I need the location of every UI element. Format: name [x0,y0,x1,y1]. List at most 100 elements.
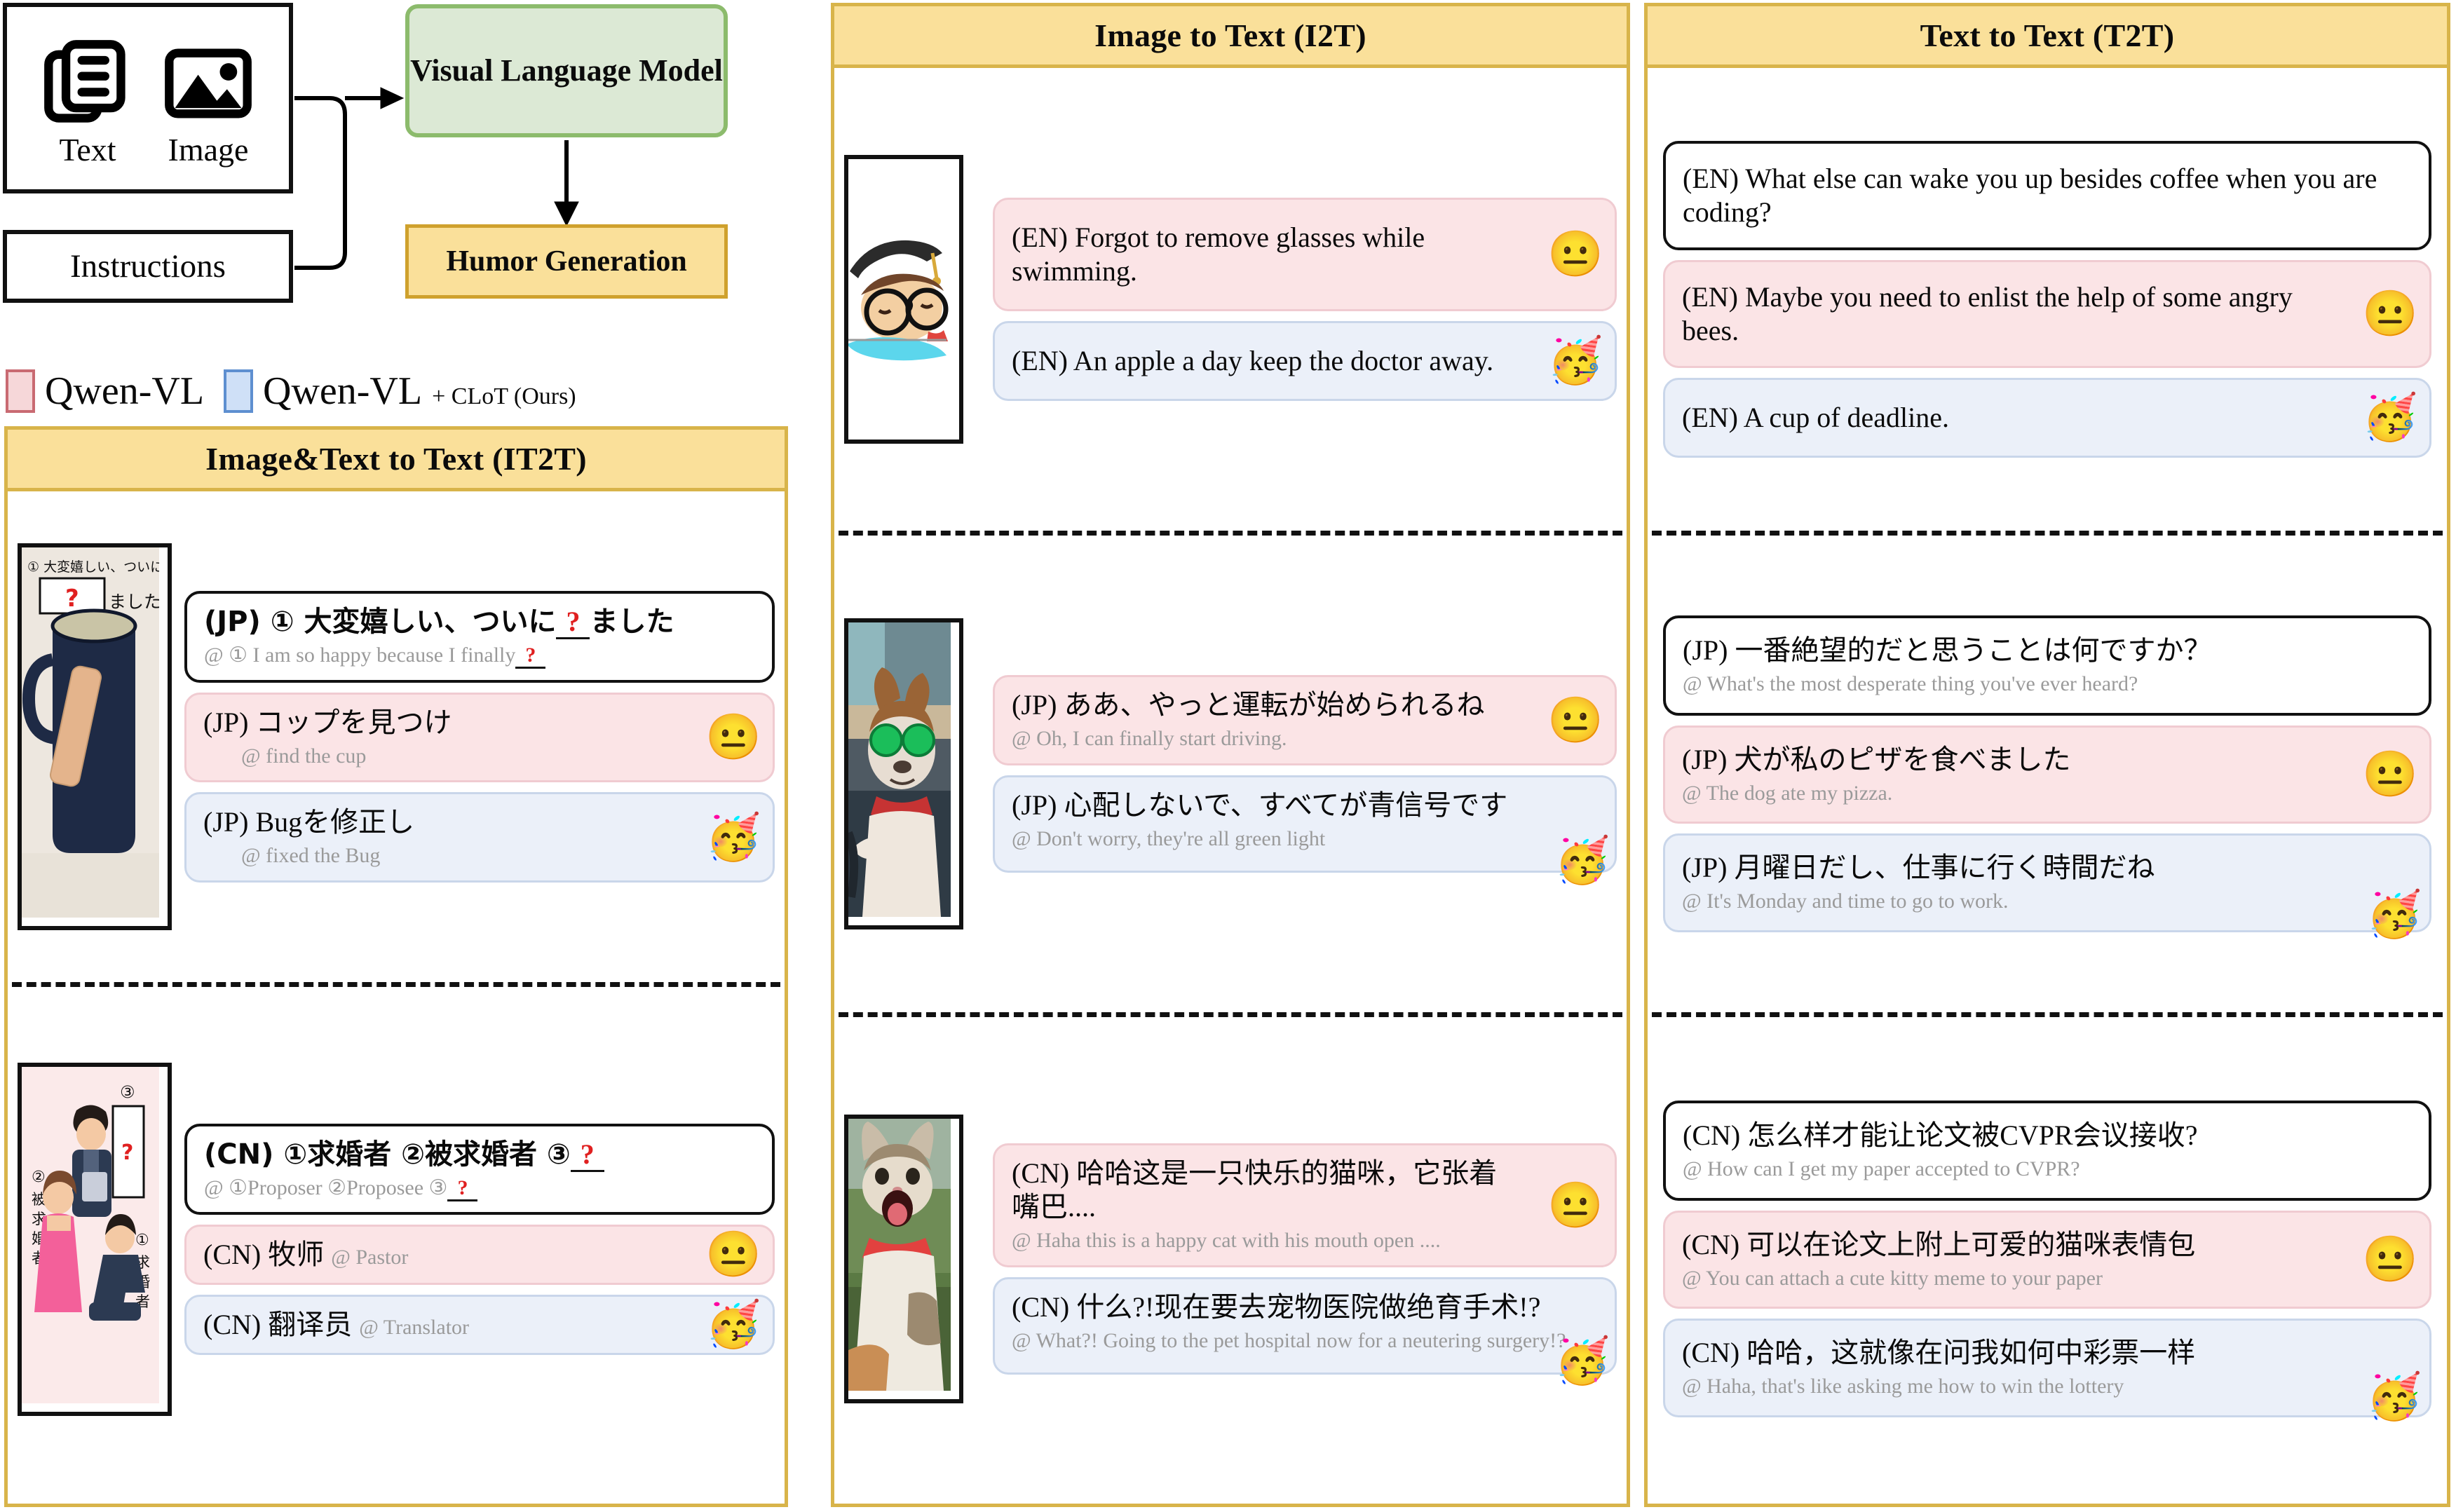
vlm-label: Visual Language Model [410,53,723,88]
bubble-pink-t2t-cn-main: (CN) 可以在论文上附上可爱的猫咪表情包 [1682,1228,2196,1260]
bubble-blue-it2t-cn[interactable]: (CN) 翻译员 @ Translator 🥳 [184,1295,775,1356]
thumbnail-dog-driving [844,618,963,929]
bubble-question-jp-pre: (JP) ① 大変嬉しい、ついに [204,606,557,639]
bubble-question-t2t-jp-gloss: @ What's the most desperate thing you've… [1683,672,2138,696]
bubble-question-t2t-jp[interactable]: (JP) 一番絶望的だと思うことは何ですか？ @ What's the most… [1663,615,2431,716]
bubble-question-t2t-jp-main: (JP) 一番絶望的だと思うことは何ですか？ [1683,634,2212,667]
bubble-question-jp-gloss-blank: ? [515,643,546,669]
it2t-row-cn-bubbles: (CN) ①求婚者 ②被求婚者 ③? @ ①Proposer ②Proposee… [184,1123,775,1356]
bubble-pink-t2t-jp[interactable]: (JP) 犬が私のピザを食べました @ The dog ate my pizza… [1663,725,2431,824]
legend-swatch-blue [224,369,254,413]
dog-driving-art [848,622,951,917]
bubble-blue-it2t-jp[interactable]: (JP) Bugを修正し @ fixed the Bug 🥳 [184,792,775,883]
bubble-blue-t2t-jp-main: (JP) 月曜日だし、仕事に行く時間だね [1682,852,2155,884]
neutral-face-emoji: 😐 [1547,229,1603,279]
bubble-pink-it2t-cn-line: (CN) 牧师 @ Pastor [203,1238,688,1272]
partying-face-emoji: 🥳 [1554,1335,1610,1386]
instructions-label: Instructions [70,248,226,285]
neutral-face-emoji: 😐 [705,1230,761,1280]
visual-language-model-box: Visual Language Model [405,4,728,137]
bubble-blue-t2t-cn-main: (CN) 哈哈，这就像在问我如何中彩票一样 [1682,1337,2196,1369]
svg-text:②: ② [32,1169,46,1186]
panel-i2t: Image to Text (I2T) (EN) Forgot to remov… [831,3,1630,1507]
partying-face-emoji: 🥳 [2366,889,2422,939]
bubble-question-cn-pre: (CN) ①求婚者 ②被求婚者 ③ [204,1138,571,1171]
bubble-blue-i2t-jp-main: (JP) 心配しないで、すべてが青信号です [1012,789,1508,821]
svg-text:?: ? [65,585,79,613]
panel-t2t-body: (EN) What else can wake you up besides c… [1648,68,2447,1504]
bubble-blue-i2t-cn-gloss: @ What?! Going to the pet hospital now f… [1012,1329,1566,1352]
bubble-blue-t2t-en[interactable]: (EN) A cup of deadline. 🥳 [1663,378,2431,458]
bubble-pink-i2t-cn-gloss: @ Haha this is a happy cat with his mout… [1012,1229,1441,1253]
thumbnail-screaming-cat [844,1115,963,1403]
bubble-question-cn-gloss-pre: @ ①Proposer ②Proposee ③ [204,1176,448,1199]
legend: Qwen-VL Qwen-VL + CLoT (Ours) [6,359,791,423]
bubble-pink-it2t-cn-main: (CN) 牧师 [203,1239,325,1271]
bubble-question-jp[interactable]: (JP) ① 大変嬉しい、ついに? ました @ ① I am so happy b… [184,591,775,683]
partying-face-emoji: 🥳 [705,812,761,862]
bubble-question-cn-gloss: @ ①Proposer ②Proposee ③? [204,1176,755,1201]
neutral-face-emoji: 😐 [2362,749,2418,799]
bubble-pink-i2t-cn[interactable]: (CN) 哈哈这是一只快乐的猫咪，它张着嘴巴.... @ Haha this i… [993,1143,1617,1267]
legend-label-qwenvl: Qwen-VL [45,369,205,413]
bubble-blue-i2t-en-main: (EN) An apple a day keep the doctor away… [1012,345,1494,376]
svg-text:ました: ました [109,592,159,612]
bubble-blue-i2t-cn[interactable]: (CN) 什么?!现在要去宠物医院做绝育手术!? @ What?! Going … [993,1277,1617,1383]
legend-item-qwenvl-clot: Qwen-VL + CLoT (Ours) [224,369,576,413]
bubble-pink-it2t-jp[interactable]: (JP) コップを見つけ @ find the cup 😐 [184,692,775,783]
bubble-question-jp-main: (JP) ① 大変嬉しい、ついに? ました [204,605,755,640]
humor-label: Humor Generation [446,245,687,278]
bubble-blue-i2t-en[interactable]: (EN) An apple a day keep the doctor away… [993,321,1617,401]
bubble-blue-it2t-jp-main: (JP) Bugを修正し [203,806,415,838]
neutral-face-emoji: 😐 [705,712,761,762]
bubble-pink-t2t-cn[interactable]: (CN) 可以在论文上附上可爱的猫咪表情包 @ You can attach a… [1663,1210,2431,1309]
partying-face-emoji: 🥳 [2362,393,2418,442]
bubble-question-jp-gloss-pre: @ ① I am so happy because I finally [204,643,516,667]
inputs-box: Text Image [3,3,293,193]
bubble-pink-i2t-jp-gloss: @ Oh, I can finally start driving. [1012,727,1287,751]
panel-it2t-header: Image&Text to Text (IT2T) [8,430,785,491]
bubble-blue-i2t-jp[interactable]: (JP) 心配しないで、すべてが青信号です @ Don't worry, the… [993,775,1617,883]
partying-face-emoji: 🥳 [2366,1371,2422,1422]
panel-it2t: Image&Text to Text (IT2T) ① 大変嬉しい、ついに ? … [4,426,788,1507]
bubble-pink-t2t-en[interactable]: (EN) Maybe you need to enlist the help o… [1663,260,2431,368]
panel-i2t-body: (EN) Forgot to remove glasses while swim… [834,68,1627,1504]
bubble-blue-i2t-cn-main: (CN) 什么?!现在要去宠物医院做绝育手术!? [1012,1291,1541,1323]
legend-swatch-pink [6,369,35,413]
thumbnail-proposal: ③ ? ② 被 求 婚 者 ① 求 婚 者 [18,1063,172,1416]
bubble-question-cn-main: (CN) ①求婚者 ②被求婚者 ③? [204,1138,755,1172]
bubble-pink-t2t-jp-main: (JP) 犬が私のピザを食べました [1682,743,2071,775]
bubble-pink-t2t-jp-gloss: @ The dog ate my pizza. [1682,781,1893,805]
bubble-question-t2t-cn[interactable]: (CN) 怎么样才能让论文被CVPR会议接收? @ How can I get … [1663,1101,2431,1201]
it2t-row-cn: ③ ? ② 被 求 婚 者 ① 求 婚 者 [8,987,785,1492]
thumbnail-mug-bandage: ① 大変嬉しい、ついに ? ました [18,543,172,930]
bubble-question-t2t-en-main: (EN) What else can wake you up besides c… [1683,163,2377,228]
bubble-question-cn[interactable]: (CN) ①求婚者 ②被求婚者 ③? @ ①Proposer ②Proposee… [184,1123,775,1215]
bubble-blue-t2t-cn[interactable]: (CN) 哈哈，这就像在问我如何中彩票一样 @ Haha, that's lik… [1663,1319,2431,1422]
document-stack-icon [44,40,125,123]
svg-text:③: ③ [120,1082,135,1102]
figure-root: Text Image Instructions Visual Language … [0,0,2456,1512]
t2t-divider-1 [1652,531,2443,536]
graduate-swimmer-art [848,159,951,431]
legend-label-qwenvl-clot-sub: + CLoT (Ours) [432,383,576,409]
bubble-pink-i2t-cn-main: (CN) 哈哈这是一只快乐的猫咪，它张着嘴巴.... [1012,1157,1498,1223]
bubble-pink-i2t-jp[interactable]: (JP) ああ、やっと運転が始められるね @ Oh, I can finally… [993,675,1617,765]
bubble-blue-t2t-jp[interactable]: (JP) 月曜日だし、仕事に行く時間だね @ It's Monday and t… [1663,833,2431,937]
pipeline-diagram: Text Image Instructions Visual Language … [0,0,792,350]
legend-label-qwenvl-clot: Qwen-VL [263,369,423,413]
column-middle: Image to Text (I2T) (EN) Forgot to remov… [831,0,1630,1512]
bubble-pink-it2t-cn[interactable]: (CN) 牧师 @ Pastor 😐 [184,1225,775,1286]
panel-it2t-title: Image&Text to Text (IT2T) [205,441,587,477]
neutral-face-emoji: 😐 [1547,695,1603,745]
bubble-pink-t2t-cn-gloss: @ You can attach a cute kitty meme to yo… [1682,1266,2103,1290]
i2t-row-cn-bubbles: (CN) 哈哈这是一只快乐的猫咪，它张着嘴巴.... @ Haha this i… [993,1143,1617,1383]
input-image-label: Image [168,132,249,168]
thumbnail-graduate-swimmer [844,155,963,444]
column-right: Text to Text (T2T) (EN) What else can wa… [1644,0,2450,1512]
input-text-label: Text [59,132,116,168]
bubble-question-t2t-cn-gloss: @ How can I get my paper accepted to CVP… [1683,1157,2080,1181]
i2t-row-cn: (CN) 哈哈这是一只快乐的猫咪，它张着嘴巴.... @ Haha this i… [834,1017,1627,1501]
bubble-pink-i2t-en[interactable]: (EN) Forgot to remove glasses while swim… [993,198,1617,311]
bubble-question-t2t-en[interactable]: (EN) What else can wake you up besides c… [1663,141,2431,250]
